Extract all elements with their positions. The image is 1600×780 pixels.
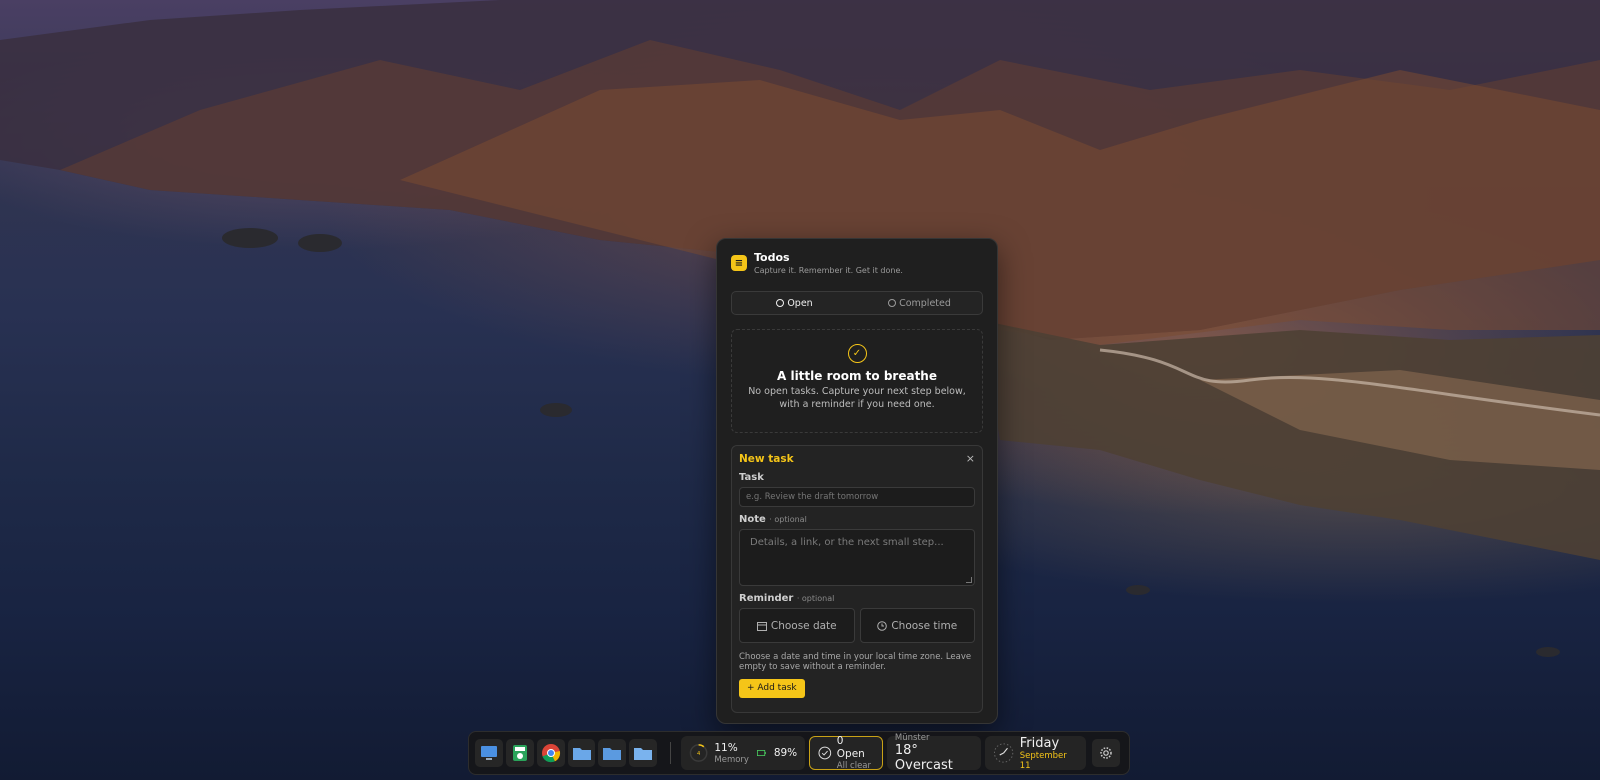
note-textarea[interactable]: Details, a link, or the next small step.…: [739, 529, 975, 586]
folder-icon[interactable]: [567, 739, 596, 767]
task-input[interactable]: [739, 487, 975, 507]
day-name: Friday: [1019, 735, 1060, 751]
new-task-form: New task × Task Note · optional Details,…: [731, 445, 983, 713]
memory-ring-value: 4: [697, 751, 700, 757]
list-icon: ≡: [731, 255, 747, 271]
reminder-optional: · optional: [796, 594, 835, 603]
resize-handle[interactable]: [966, 577, 972, 583]
tab-completed-label: Completed: [899, 297, 951, 309]
empty-title: A little room to breathe: [776, 369, 937, 383]
empty-description: No open tasks. Capture your next step be…: [748, 386, 966, 410]
choose-time-label: Choose time: [891, 619, 958, 632]
memory-widget[interactable]: 4 11% Memory 89%: [681, 736, 806, 770]
reminder-row: Choose date Choose time: [739, 608, 975, 643]
tab-open-label: Open: [787, 297, 813, 309]
desktop-icon[interactable]: [475, 739, 503, 767]
weather-widget[interactable]: Münster 18° Overcast: [886, 733, 981, 773]
clock-icon: [877, 620, 888, 631]
todos-title: Todos: [754, 251, 790, 264]
chrome-icon[interactable]: [536, 739, 565, 767]
folder-icon[interactable]: [598, 739, 627, 767]
date-label: September 11: [1019, 750, 1067, 771]
settings-button[interactable]: [1092, 739, 1120, 767]
todos-header: ≡ Todos Capture it. Remember it. Get it …: [731, 251, 983, 291]
check-circle-icon: [888, 299, 897, 307]
weather-summary: 18° Overcast: [894, 743, 953, 773]
todos-widget[interactable]: 0 Open All clear: [809, 735, 883, 771]
check-circle-icon: ✓: [847, 344, 867, 363]
weather-city: Münster: [894, 733, 930, 743]
task-label-text: Task: [739, 472, 764, 483]
circle-icon: [776, 299, 785, 307]
reminder-hint: Choose a date and time in your local tim…: [739, 652, 972, 672]
memory-percent: 11%: [714, 741, 738, 754]
gear-icon: [1100, 747, 1112, 759]
check-circle-icon: [818, 746, 832, 760]
todos-tabs: Open Completed: [731, 291, 983, 315]
choose-date-label: Choose date: [770, 619, 837, 632]
calendar-icon: [756, 621, 767, 631]
tab-completed[interactable]: Completed: [857, 292, 982, 314]
reminder-label-text: Reminder: [739, 593, 794, 604]
todos-subtitle: Capture it. Remember it. Get it done.: [754, 266, 903, 275]
note-optional: · optional: [769, 515, 807, 524]
battery-percent: 89%: [773, 746, 798, 759]
form-title: New task: [739, 453, 794, 465]
task-label: Task: [739, 472, 975, 483]
clock-widget[interactable]: Friday September 11: [984, 735, 1087, 771]
choose-date-button[interactable]: Choose date: [739, 608, 855, 643]
todos-status: All clear: [836, 761, 872, 771]
todos-open-count: 0 Open: [836, 735, 865, 760]
note-label: Note · optional: [739, 514, 975, 525]
note-placeholder: Details, a link, or the next small step.…: [750, 537, 944, 548]
calculator-icon[interactable]: [505, 739, 534, 767]
close-icon[interactable]: ×: [966, 452, 975, 465]
reminder-label: Reminder · optional: [739, 593, 975, 604]
todos-panel: ≡ Todos Capture it. Remember it. Get it …: [716, 238, 998, 724]
choose-time-button[interactable]: Choose time: [859, 608, 975, 643]
clock-icon: [993, 743, 1013, 763]
taskbar: 4 11% Memory 89% 0 Open All clear Münste…: [468, 731, 1130, 775]
memory-ring-icon: 4: [689, 744, 708, 762]
folder-icon[interactable]: [629, 739, 658, 767]
add-task-button[interactable]: + Add task: [739, 679, 805, 698]
empty-state: ✓ A little room to breathe No open tasks…: [731, 329, 983, 433]
tab-open[interactable]: Open: [732, 292, 857, 314]
battery-icon: [756, 750, 766, 756]
note-label-text: Note: [739, 514, 766, 525]
memory-label: Memory: [714, 754, 749, 765]
taskbar-separator: [670, 742, 672, 764]
